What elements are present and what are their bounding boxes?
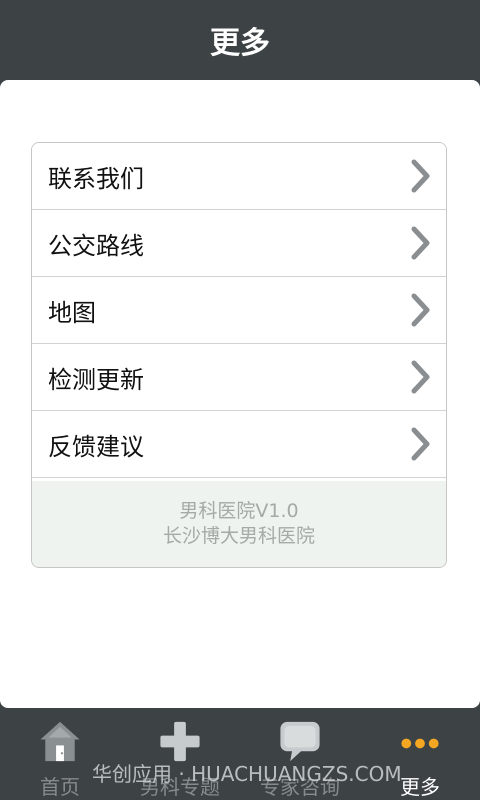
hospital-name: 长沙博大男科医院 [162,525,315,547]
menu-item-label: 检测更新 [48,365,144,394]
menu-item-label: 公交路线 [48,231,144,260]
home-icon [40,721,80,762]
tab-label: 男科专题 [140,775,220,799]
menu-item-check-update[interactable]: 检测更新 [32,344,446,411]
menu-item-label: 联系我们 [48,164,144,193]
tab-label: 首页 [40,775,80,799]
tab-more[interactable]: 更多 [360,708,480,800]
title-bar: 更多 [0,0,480,80]
menu-item-label: 地图 [48,298,96,327]
tab-male-topics[interactable]: 男科专题 [120,708,240,800]
tab-label: 专家咨询 [260,775,340,799]
menu-list: 联系我们 公交路线 地图 检测更新 反馈建议 男科医院V1.0 长沙博大男科医院 [31,142,447,568]
content-panel: 联系我们 公交路线 地图 检测更新 反馈建议 男科医院V1.0 长沙博大男科医院 [0,80,480,708]
plus-icon [160,721,200,762]
app-info: 男科医院V1.0 长沙博大男科医院 [32,481,446,567]
menu-item-contact-us[interactable]: 联系我们 [32,143,446,210]
page-title: 更多 [210,26,270,61]
more-dots-icon [401,738,439,749]
chevron-right-icon [411,293,430,327]
bottom-tab-bar: 首页 男科专题 专家咨询 更多 [0,708,480,800]
chevron-right-icon [411,360,430,394]
menu-item-feedback[interactable]: 反馈建议 [32,411,446,478]
tab-expert-consult[interactable]: 专家咨询 [240,708,360,800]
chevron-right-icon [411,159,430,193]
chevron-right-icon [411,226,430,260]
menu-item-map[interactable]: 地图 [32,277,446,344]
chevron-right-icon [411,427,430,461]
app-version: 男科医院V1.0 [179,500,299,522]
chat-bubble-icon [280,721,320,762]
menu-item-label: 反馈建议 [48,432,144,461]
tab-label: 更多 [400,775,440,799]
tab-home[interactable]: 首页 [0,708,120,800]
menu-item-bus-route[interactable]: 公交路线 [32,210,446,277]
